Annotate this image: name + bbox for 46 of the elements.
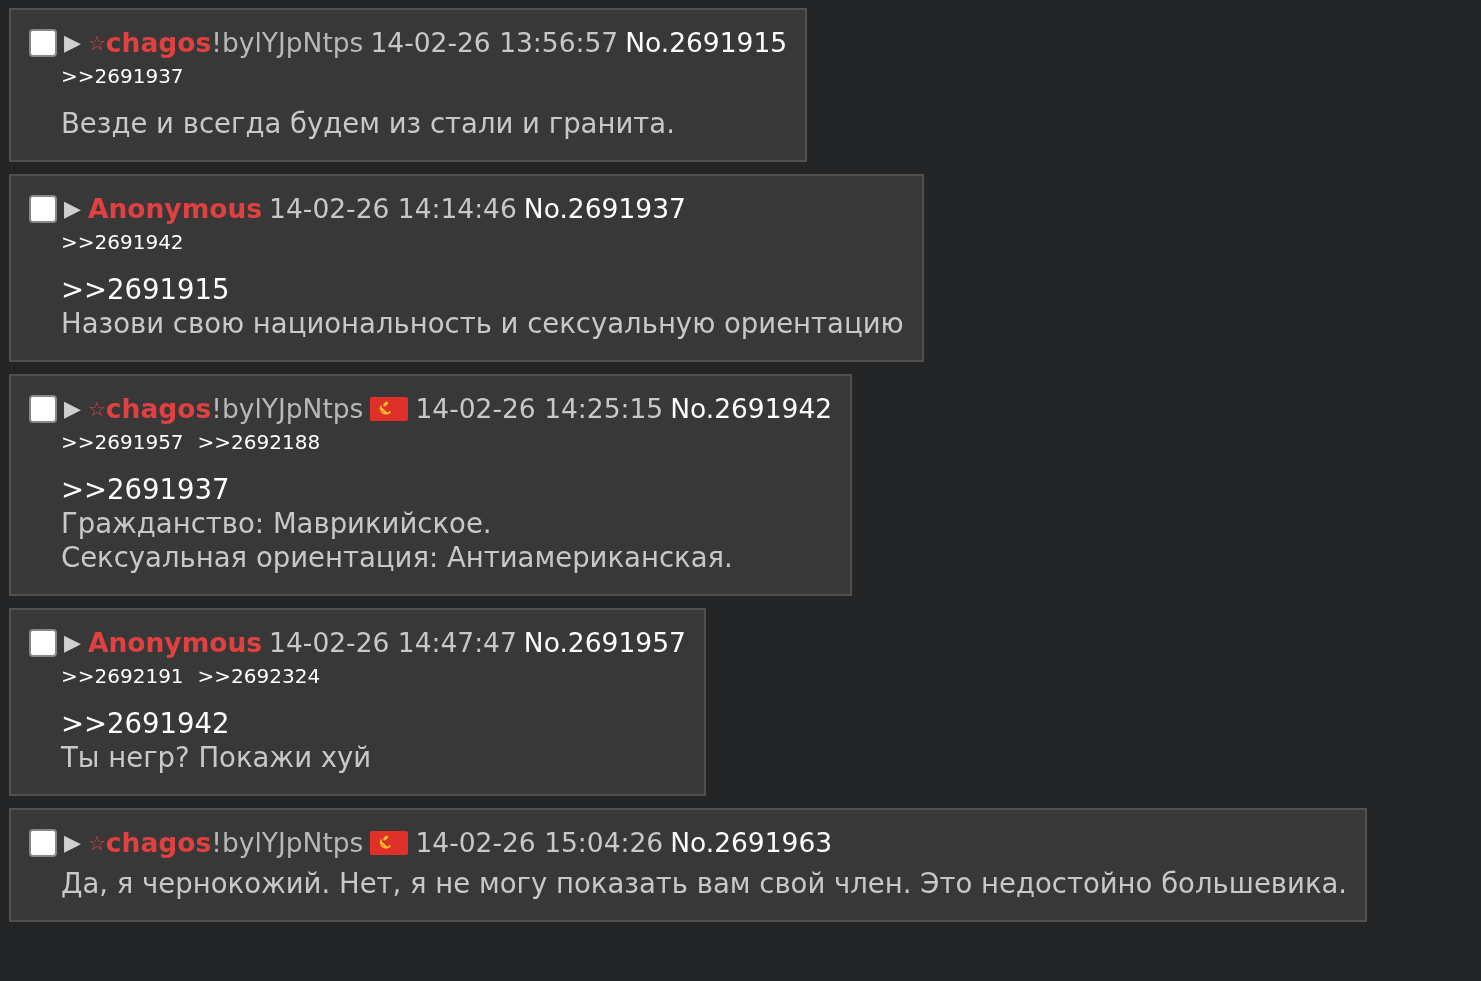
- post-date: 14-02-26 14:47:47: [269, 628, 517, 658]
- star-icon: ☆: [87, 828, 106, 858]
- post-date: 14-02-26 13:56:57: [370, 28, 619, 58]
- poster-name: Anonymous: [87, 628, 263, 658]
- post-number[interactable]: No.2691915: [625, 28, 788, 58]
- post-text: Гражданство: Маврикийское.: [61, 506, 493, 540]
- expand-button[interactable]: ▶: [64, 394, 81, 424]
- post-text: Да, я чернокожий. Нет, я не могу показать вам свой член. Это недостойно большевика.: [61, 866, 1348, 900]
- post-date: 14-02-26 14:25:15: [415, 394, 664, 424]
- tripcode: !bylYJpNtps: [211, 28, 364, 58]
- poster-name: chagos: [105, 28, 212, 58]
- post-text: Ты негр? Покажи хуй: [61, 740, 373, 774]
- tripcode: !bylYJpNtps: [211, 394, 364, 424]
- star-icon: ☆: [87, 394, 106, 424]
- select-checkbox[interactable]: [29, 195, 57, 223]
- star-icon: ☆: [87, 28, 106, 58]
- post-text: Сексуальная ориентация: Антиамериканская.: [61, 540, 734, 574]
- select-checkbox[interactable]: [29, 829, 57, 857]
- reply-link[interactable]: >>2692188: [197, 430, 321, 454]
- post-number[interactable]: No.2691963: [670, 828, 833, 858]
- reply-link[interactable]: >>2692191: [61, 664, 184, 688]
- post-number[interactable]: No.2691957: [523, 628, 686, 658]
- expand-button[interactable]: ▶: [64, 194, 81, 224]
- post-date: 14-02-26 14:14:46: [269, 194, 517, 224]
- select-checkbox[interactable]: [29, 395, 57, 423]
- post-number[interactable]: No.2691942: [670, 394, 833, 424]
- post-text: Назови свою национальность и сексуальную ориентацию: [61, 306, 904, 340]
- reply-link[interactable]: >>2691942: [61, 230, 184, 254]
- poster-name: chagos: [105, 828, 212, 858]
- poster-name: Anonymous: [87, 194, 263, 224]
- expand-button[interactable]: ▶: [64, 28, 81, 58]
- reply-link[interactable]: >>2691957: [61, 430, 184, 454]
- select-checkbox[interactable]: [29, 629, 57, 657]
- post-number[interactable]: No.2691937: [523, 194, 686, 224]
- quote-link[interactable]: >>2691915: [61, 272, 904, 306]
- expand-button[interactable]: ▶: [64, 828, 81, 858]
- reply-link[interactable]: >>2692324: [197, 664, 321, 688]
- tripcode: !bylYJpNtps: [211, 828, 364, 858]
- poster-name: chagos: [105, 394, 212, 424]
- post-date: 14-02-26 15:04:26: [415, 828, 664, 858]
- expand-button[interactable]: ▶: [64, 628, 81, 658]
- reply-link[interactable]: >>2691937: [61, 64, 184, 88]
- quote-link[interactable]: >>2691937: [61, 472, 833, 506]
- select-checkbox[interactable]: [29, 29, 57, 57]
- quote-link[interactable]: >>2691942: [61, 706, 686, 740]
- post-text: Везде и всегда будем из стали и гранита.: [61, 106, 676, 140]
